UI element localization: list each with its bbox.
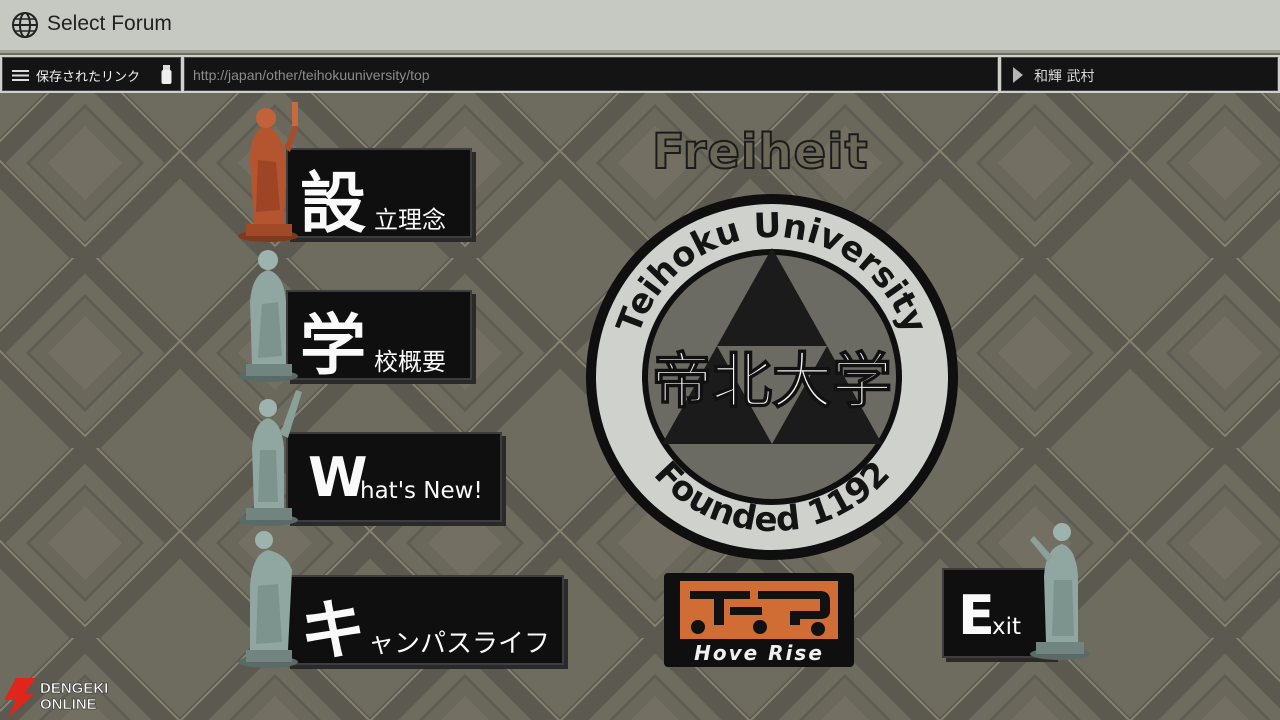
exit-big-char: E <box>958 584 995 647</box>
address-bar: 保存されたリンク http://japan/other/teihokuunive… <box>0 55 1280 93</box>
philosophy-label: 立理念 <box>374 206 446 234</box>
menu-icon <box>12 70 29 81</box>
overview-big-char: 学 <box>300 307 366 384</box>
usb-drive-icon <box>161 65 172 84</box>
philosophy-big-char: 設 <box>300 165 366 242</box>
title-bar: Select Forum <box>0 0 1280 53</box>
teal-statue-icon <box>238 531 298 668</box>
whats-new-big-char: W <box>308 446 368 509</box>
exit-label: xit <box>992 614 1022 640</box>
overview-label: 校概要 <box>374 348 446 376</box>
teal-statue-icon <box>238 390 302 526</box>
freiheit-heading: Freiheit <box>651 123 869 181</box>
philosophy-button[interactable]: 設 立理念 <box>286 148 472 242</box>
saved-links-label: 保存されたリンク <box>36 70 141 85</box>
saved-links-button[interactable]: 保存されたリンク <box>2 57 181 91</box>
campus-life-label: ャンパスライフ <box>368 629 551 659</box>
emblem-university-name: 帝北大学 <box>652 347 892 417</box>
watermark-line1: DENGEKI <box>40 680 109 698</box>
user-name: 和輝 武村 <box>1034 69 1095 85</box>
lightning-bolt-icon <box>4 678 36 718</box>
url-text: http://japan/other/teihokuuniversity/top <box>193 67 430 83</box>
teal-statue-icon <box>238 250 298 382</box>
user-account-button[interactable]: 和輝 武村 <box>1001 57 1278 91</box>
watermark-line2: ONLINE <box>40 696 97 714</box>
window-title: Select Forum <box>47 12 172 35</box>
hp-logo-icon <box>680 581 838 639</box>
hove-rise-logo-button[interactable]: Hove Rise <box>664 573 854 667</box>
campus-life-button[interactable]: キ ャンパスライフ <box>286 575 564 669</box>
url-field[interactable]: http://japan/other/teihokuuniversity/top <box>184 57 998 91</box>
campus-life-big-char: キ <box>300 592 366 669</box>
globe-icon <box>12 12 38 38</box>
hp-logo-caption: Hove Rise <box>694 641 824 665</box>
whats-new-button[interactable]: W hat's New! <box>286 432 502 522</box>
teal-statue-icon <box>1030 523 1090 660</box>
dengeki-online-watermark: DENGEKI ONLINE <box>0 676 130 720</box>
play-arrow-icon <box>1013 67 1023 83</box>
overview-button[interactable]: 学 校概要 <box>286 290 472 384</box>
whats-new-label: hat's New! <box>360 478 483 504</box>
red-statue-icon <box>238 102 298 242</box>
university-emblem: Teihoku University Founded 1192 帝北大学 <box>586 194 958 560</box>
